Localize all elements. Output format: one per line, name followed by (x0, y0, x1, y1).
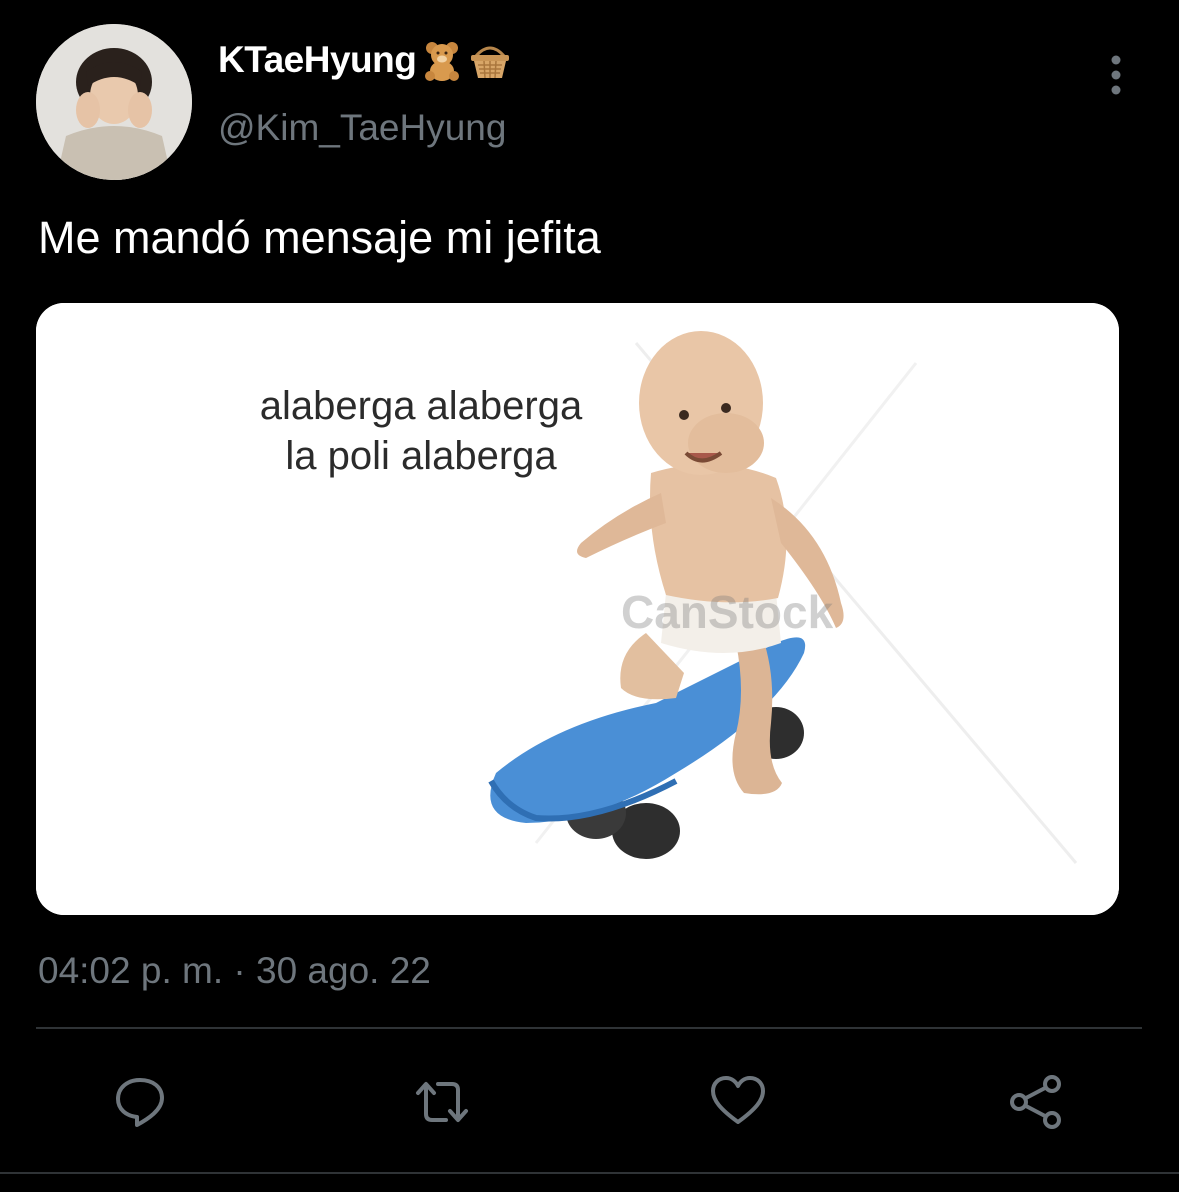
heart-icon (711, 1076, 765, 1124)
retweet-icon (416, 1082, 468, 1122)
meme-caption-line-2: la poli alaberga (285, 434, 557, 478)
meme-caption-line-1: alaberga alaberga (259, 384, 583, 428)
meme-caption: alaberga alaberga la poli alaberga (226, 381, 616, 481)
share-button[interactable] (1006, 1072, 1066, 1132)
retweet-button[interactable] (412, 1072, 472, 1132)
user-handle[interactable]: @Kim_TaeHyung (218, 107, 506, 149)
like-button[interactable] (708, 1072, 768, 1132)
reply-icon (116, 1078, 164, 1127)
avatar-image (36, 24, 192, 180)
tweet-timestamp[interactable]: 04:02 p. m. · 30 ago. 22 (38, 950, 431, 992)
actions-divider (36, 1027, 1142, 1029)
tweet-media-image[interactable]: alaberga alaberga la poli alaberga CanSt… (36, 303, 1119, 915)
reply-button[interactable] (110, 1072, 170, 1132)
share-icon (1010, 1075, 1061, 1129)
tweet-text: Me mandó mensaje mi jefita (38, 212, 601, 263)
teddy-bear-icon (420, 38, 464, 82)
basket-icon (468, 38, 512, 82)
watermark-text: CanStock (621, 586, 834, 638)
bottom-divider (0, 1172, 1179, 1174)
more-options-icon[interactable] (1098, 52, 1134, 98)
avatar[interactable] (36, 24, 192, 180)
display-name[interactable]: KTaeHyung (218, 39, 417, 81)
display-name-row[interactable]: KTaeHyung (218, 38, 512, 82)
